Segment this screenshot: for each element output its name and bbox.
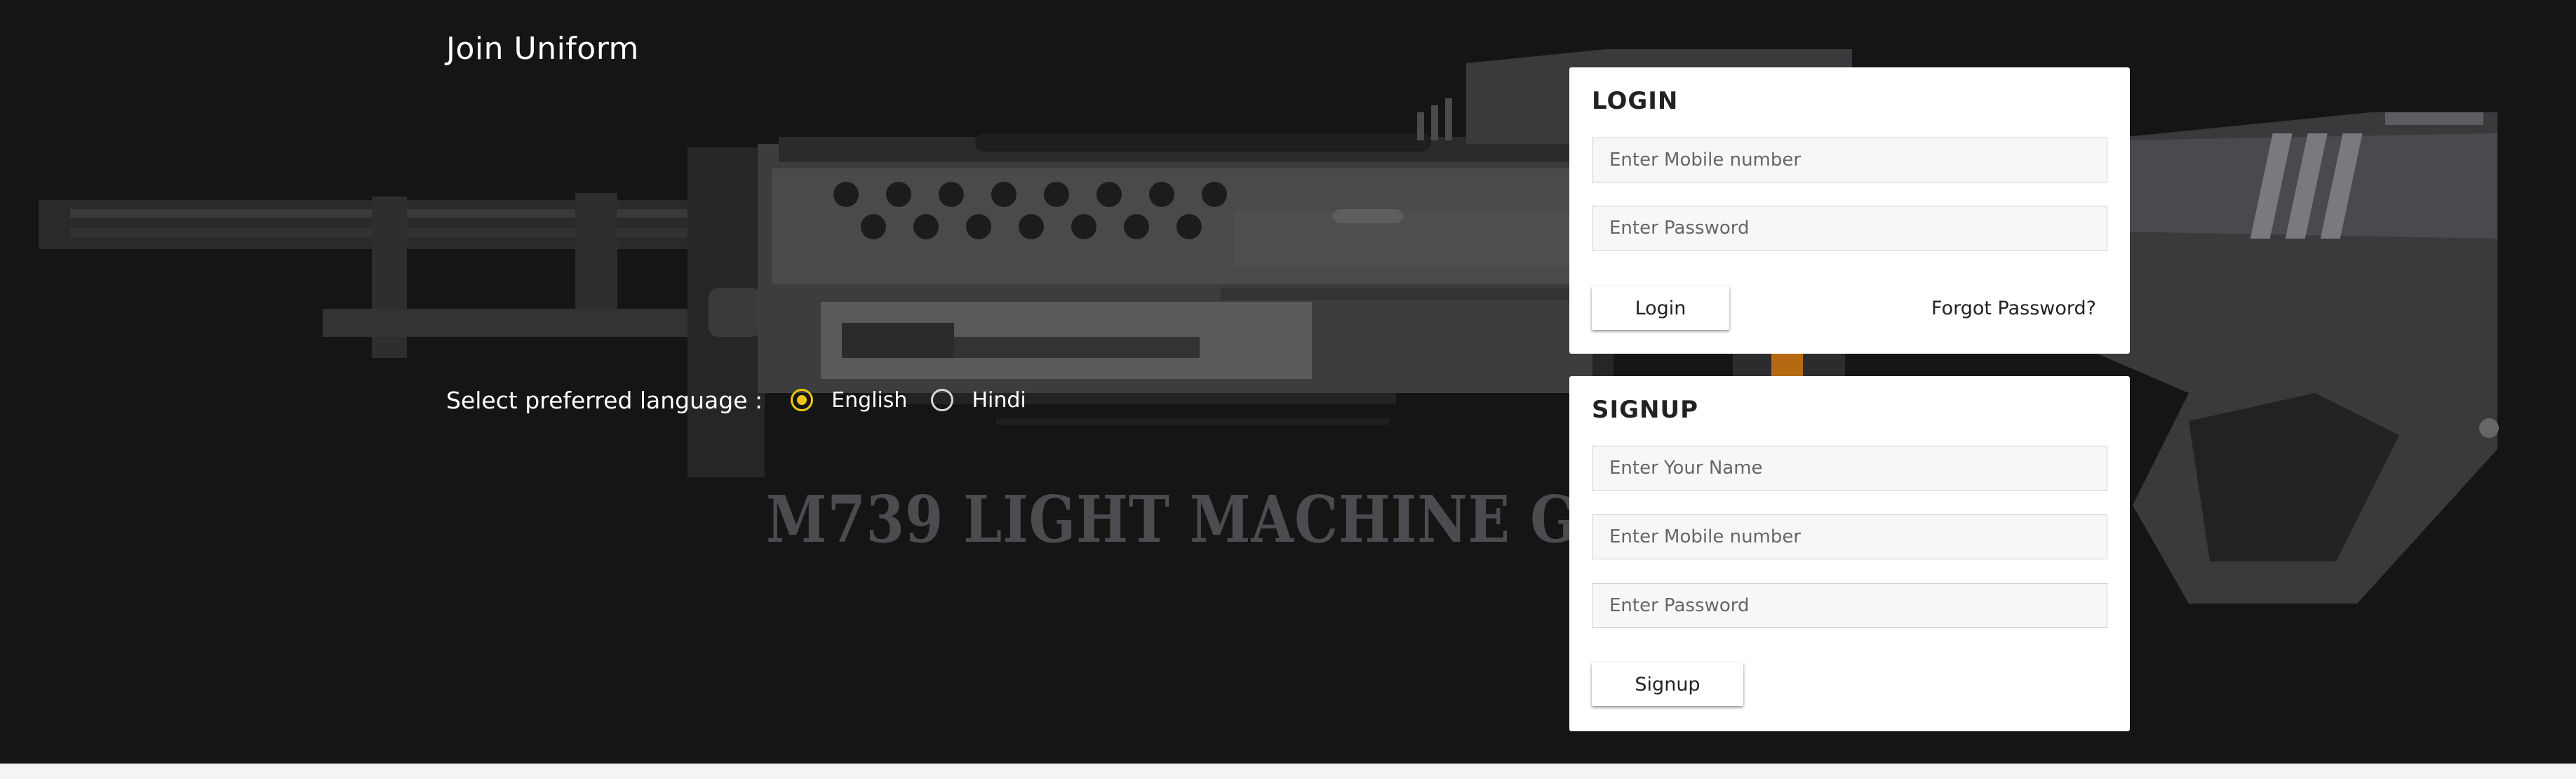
receiver-hole xyxy=(1071,214,1096,239)
receiver-hole xyxy=(1176,214,1202,239)
signup-password-input[interactable] xyxy=(1592,583,2107,628)
login-panel: LOGIN Login Forgot Password? xyxy=(1569,67,2130,354)
signup-name-input[interactable] xyxy=(1592,446,2107,491)
bottom-strip xyxy=(0,764,2576,779)
language-selector: Select preferred language : English Hind… xyxy=(446,383,1050,417)
receiver-hole xyxy=(913,214,939,239)
receiver-hole xyxy=(939,182,964,207)
site-title: Join Uniform xyxy=(446,31,639,67)
receiver-hole xyxy=(991,182,1017,207)
signup-button[interactable]: Signup xyxy=(1592,663,1743,706)
bg-caption: M739 LIGHT MACHINE GUN xyxy=(766,481,1677,557)
english-radio[interactable] xyxy=(791,389,814,411)
receiver-hole xyxy=(1096,182,1122,207)
signup-panel: SIGNUP Signup xyxy=(1569,376,2130,731)
login-password-input[interactable] xyxy=(1592,206,2107,251)
receiver-hole xyxy=(886,182,911,207)
receiver-hole xyxy=(966,214,991,239)
page-background: Join Uniform M739 LIGHT MACHINE GUN Sele… xyxy=(0,0,2576,764)
receiver-hole xyxy=(1044,182,1069,207)
login-button[interactable]: Login xyxy=(1592,286,1729,330)
english-label: English xyxy=(831,387,908,413)
receiver-hole xyxy=(833,182,859,207)
language-label: Select preferred language : xyxy=(446,386,763,414)
receiver-hole xyxy=(1202,182,1227,207)
machine-gun-illustration xyxy=(39,49,2499,604)
receiver-hole xyxy=(1019,214,1044,239)
hindi-label: Hindi xyxy=(972,387,1026,413)
language-option-english[interactable]: English xyxy=(791,388,907,413)
login-mobile-input[interactable] xyxy=(1592,138,2107,182)
receiver-hole xyxy=(861,214,886,239)
receiver-hole xyxy=(1124,214,1149,239)
signup-title: SIGNUP xyxy=(1592,396,1699,424)
language-option-hindi[interactable]: Hindi xyxy=(931,388,1026,413)
forgot-password-link[interactable]: Forgot Password? xyxy=(1931,298,2096,319)
signup-mobile-input[interactable] xyxy=(1592,514,2107,559)
hindi-radio[interactable] xyxy=(931,389,954,411)
login-title: LOGIN xyxy=(1592,87,1679,115)
receiver-hole xyxy=(1149,182,1174,207)
